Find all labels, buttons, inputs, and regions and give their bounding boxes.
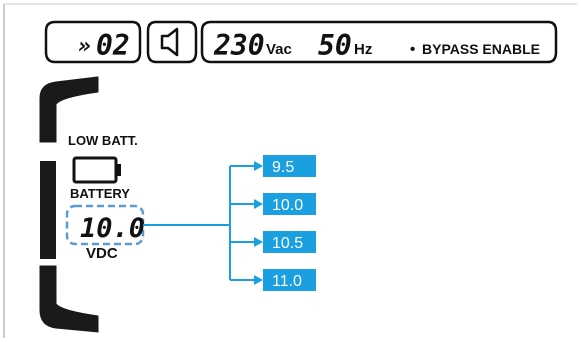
battery-icon <box>72 156 121 184</box>
option-value: 9.5 <box>272 159 294 176</box>
arrow-head-icon <box>254 275 263 285</box>
option-value: 10.5 <box>272 235 303 252</box>
option-item[interactable]: 9.5 <box>230 155 316 177</box>
bypass-bullet: • <box>410 41 415 58</box>
level-segment-bottom <box>39 265 99 333</box>
low-batt-label: LOW BATT. <box>68 133 138 148</box>
level-segment-middle <box>40 161 56 259</box>
option-connector <box>143 166 231 280</box>
bypass-enable-text: BYPASS ENABLE <box>422 41 540 57</box>
option-item[interactable]: 10.0 <box>230 193 316 215</box>
battery-voltage-unit: VDC <box>86 245 118 262</box>
mode-number: 02 <box>96 29 130 62</box>
speaker-icon <box>160 27 179 57</box>
speaker-box[interactable] <box>146 20 198 64</box>
option-item[interactable]: 10.5 <box>230 231 316 253</box>
lcd-display: » 02 230 Vac 50 Hz • BYPASS ENABLE LOW B… <box>3 3 577 338</box>
frequency-unit: Hz <box>354 41 372 58</box>
battery-voltage-value: 10.0 <box>80 213 145 244</box>
options-list: 9.5 10.0 10.5 11.0 <box>230 155 316 291</box>
arrow-head-icon <box>254 237 263 247</box>
frequency-value: 50 <box>318 29 352 62</box>
arrow-head-icon <box>254 161 263 171</box>
option-value: 11.0 <box>272 273 302 290</box>
option-value: 10.0 <box>272 197 303 214</box>
mode-prefix-glyph: » <box>78 34 91 59</box>
option-item[interactable]: 11.0 <box>230 269 316 291</box>
voltage-value: 230 <box>213 29 265 62</box>
battery-label: BATTERY <box>70 186 130 201</box>
arrow-head-icon <box>254 199 263 209</box>
voltage-unit: Vac <box>266 41 292 58</box>
